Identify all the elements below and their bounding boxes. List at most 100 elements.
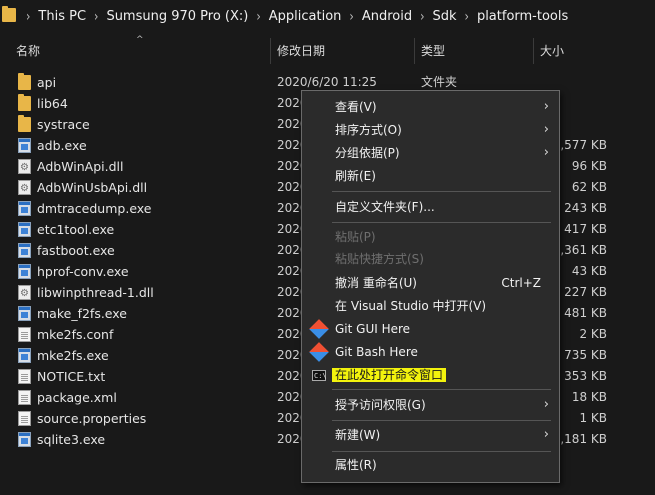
chevron-right-icon[interactable]: › [343,8,359,25]
file-name: fastboot.exe [37,243,115,258]
chevron-right-icon[interactable]: › [20,8,36,25]
menu-item-label: 新建(W) [335,428,381,442]
menu-separator [332,389,551,390]
file-size: 43 KB [571,264,607,278]
column-header-date[interactable]: 修改日期 [277,38,325,64]
chevron-right-icon[interactable]: › [88,8,104,25]
file-date: 2020 [277,243,301,257]
file-size: 735 KB [564,348,607,362]
menu-item-label: Git Bash Here [335,345,418,359]
file-date: 2020 [277,327,301,341]
chevron-right-icon[interactable]: › [250,8,266,25]
dll-icon [18,178,31,199]
file-name: adb.exe [37,138,87,153]
chevron-right-icon[interactable]: › [459,8,475,25]
file-size: 18 KB [571,390,607,404]
file-name: sqlite3.exe [37,432,106,447]
column-divider[interactable] [270,38,271,64]
menu-item-paste: 粘贴(P) [302,226,559,248]
file-size: 243 KB [564,201,607,215]
file-size: 4,577 KB [552,138,607,152]
file-date: 2020 [277,96,301,110]
breadcrumb-item[interactable]: platform-tools [475,9,570,24]
menu-item-view[interactable]: 查看(V) › [302,96,559,118]
exe-icon [18,348,31,363]
menu-item-git-bash[interactable]: Git Bash Here [302,341,559,363]
doc-icon [18,390,31,405]
menu-item-sort[interactable]: 排序方式(O) › [302,119,559,141]
menu-item-give-access[interactable]: 授予访问权限(G) › [302,394,559,416]
file-name: AdbWinApi.dll [37,159,124,174]
chevron-right-icon[interactable]: › [414,8,430,25]
file-date: 2020 [277,222,301,236]
exe-icon [18,201,31,216]
chevron-right-icon: › [543,122,549,137]
file-name: libwinpthread-1.dll [37,285,154,300]
file-size: 353 KB [564,369,607,383]
menu-item-open-in-visual-studio[interactable]: 在 Visual Studio 中打开(V) [302,295,559,317]
file-name: hprof-conv.exe [37,264,129,279]
file-date: 2020 [277,264,301,278]
breadcrumb-item[interactable]: Sdk [430,9,458,24]
file-name: NOTICE.txt [37,369,106,384]
file-date: 2020 [277,138,301,152]
column-divider[interactable] [533,38,534,64]
file-date: 2020 [277,306,301,320]
breadcrumb-item[interactable]: Android [360,9,414,24]
folder-icon [18,73,31,90]
file-date: 2020 [277,117,301,131]
breadcrumb-item[interactable]: This PC [36,9,88,24]
file-date: 2020 [277,180,301,194]
exe-icon [18,306,31,321]
chevron-right-icon: › [543,397,549,412]
breadcrumb-item[interactable]: Application [267,9,344,24]
menu-item-undo-rename[interactable]: 撤消 重命名(U) Ctrl+Z [302,272,559,294]
file-name: source.properties [37,411,147,426]
exe-icon [18,243,31,258]
menu-item-refresh[interactable]: 刷新(E) [302,165,559,187]
column-header-size[interactable]: 大小 [540,38,564,64]
file-date: 2020 [277,432,301,446]
file-name: api [37,75,57,90]
command-prompt-icon: C:\ [312,370,327,381]
file-size: 62 KB [571,180,607,194]
sort-ascending-icon: ^ [136,35,144,45]
menu-separator [332,420,551,421]
chevron-right-icon: › [543,99,549,114]
menu-item-label: Git GUI Here [335,322,411,336]
file-name: mke2fs.exe [37,348,109,363]
menu-item-customize-folder[interactable]: 自定义文件夹(F)... [302,196,559,218]
file-date: 2020 [277,201,301,215]
column-header-name[interactable]: 名称 [16,38,40,64]
menu-item-label: 粘贴快捷方式(S) [335,252,424,266]
menu-item-git-gui[interactable]: Git GUI Here [302,318,559,340]
address-bar[interactable]: › This PC › Sumsung 970 Pro (X:) › Appli… [0,0,655,32]
file-name: systrace [37,117,90,132]
column-header-type[interactable]: 类型 [421,38,445,64]
menu-item-label: 自定义文件夹(F)... [335,200,435,214]
breadcrumb: › This PC › Sumsung 970 Pro (X:) › Appli… [20,0,570,32]
menu-item-label: 在 Visual Studio 中打开(V) [335,299,487,313]
breadcrumb-item[interactable]: Sumsung 970 Pro (X:) [104,9,250,24]
file-name: etc1tool.exe [37,222,115,237]
file-size: 2 KB [579,327,607,341]
exe-icon [18,264,31,279]
menu-separator [332,451,551,452]
menu-item-group[interactable]: 分组依据(P) › [302,142,559,164]
dll-icon [18,283,31,304]
exe-icon [18,138,31,153]
menu-item-label: 排序方式(O) [335,123,402,137]
context-menu: 查看(V) › 排序方式(O) › 分组依据(P) › 刷新(E) 自定义文件夹… [301,90,560,483]
menu-item-label: 撤消 重命名(U) [335,276,417,290]
menu-item-properties[interactable]: 属性(R) [302,454,559,476]
file-size: 417 KB [564,222,607,236]
exe-icon [18,432,31,447]
file-date: 2020 [277,411,301,425]
file-size: 96 KB [571,159,607,173]
menu-item-new[interactable]: 新建(W) › [302,424,559,446]
column-divider[interactable] [414,38,415,64]
git-icon [309,342,329,362]
menu-separator [332,191,551,192]
menu-item-open-command-window[interactable]: C:\ 在此处打开命令窗口 [302,364,559,386]
chevron-right-icon: › [543,145,549,160]
